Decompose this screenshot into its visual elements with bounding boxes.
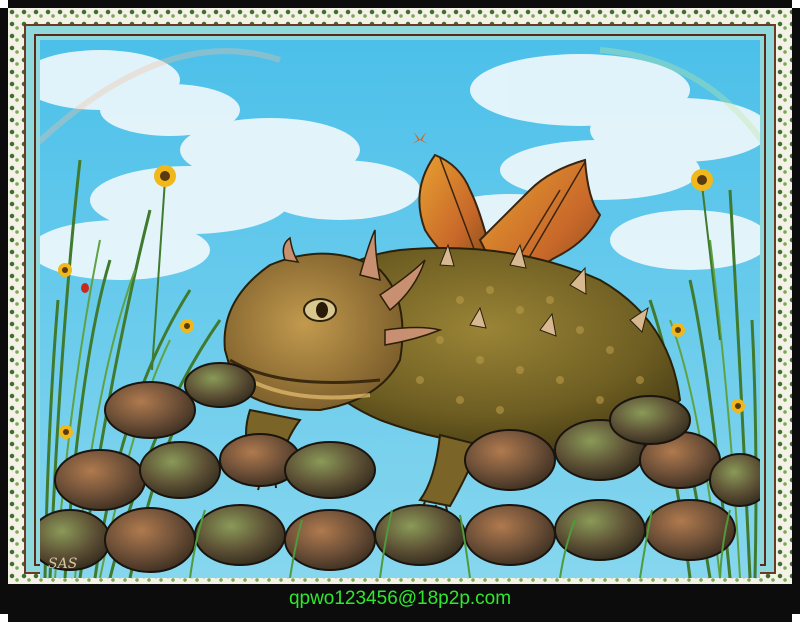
frame-corner-bottom-right xyxy=(792,614,800,622)
frame-corner-top-left xyxy=(0,0,8,8)
sunflower-icon xyxy=(731,399,745,413)
frame-corner-bottom-left xyxy=(0,614,8,622)
painting: SAS xyxy=(40,40,760,578)
picture-frame: SAS qpwo123456@18p2p.com xyxy=(0,0,800,622)
artist-signature: SAS xyxy=(48,556,77,572)
frame-corner-top-right xyxy=(792,0,800,8)
watermark-email: qpwo123456@18p2p.com xyxy=(288,588,512,609)
caption-bar: qpwo123456@18p2p.com xyxy=(8,584,792,614)
ladybug-icon xyxy=(81,283,89,293)
sunflower-icon xyxy=(180,319,194,333)
sunflower-icon xyxy=(58,263,72,277)
sunflower-icon xyxy=(59,425,73,439)
sunflower-icon xyxy=(671,323,685,337)
